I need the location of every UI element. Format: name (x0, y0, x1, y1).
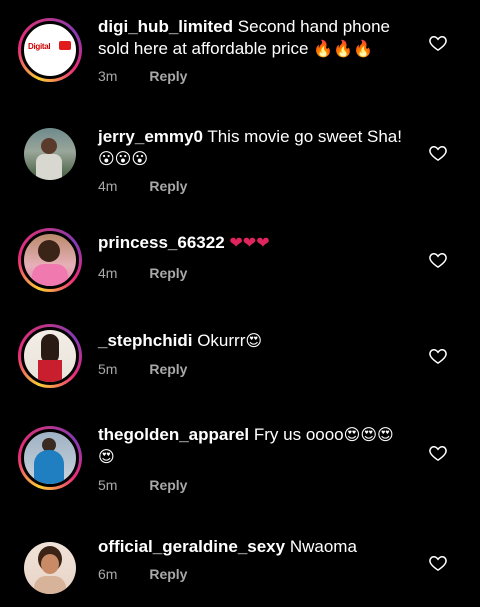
heart-outline-icon[interactable] (428, 33, 448, 53)
comment-username[interactable]: digi_hub_limited (98, 17, 233, 36)
heart-outline-icon[interactable] (428, 250, 448, 270)
logo-tv-badge (59, 41, 71, 50)
comment-username[interactable]: official_geraldine_sexy (98, 537, 285, 556)
comment-username[interactable]: princess_66322 (98, 233, 225, 252)
comment-emoji: ❤❤❤ (229, 233, 270, 252)
reply-button[interactable]: Reply (149, 68, 187, 84)
comment-emoji: 😮😮😮 (98, 149, 149, 168)
comment-time: 5m (98, 361, 118, 377)
comment-username[interactable]: thegolden_apparel (98, 425, 249, 444)
comment-emoji: 🔥🔥🔥 (313, 39, 373, 58)
comment-time: 5m (98, 477, 118, 493)
reply-button[interactable]: Reply (149, 265, 187, 281)
comment-username[interactable]: _stephchidi (98, 331, 192, 350)
comment-time: 4m (98, 265, 118, 281)
reply-button[interactable]: Reply (149, 361, 187, 377)
heart-outline-icon[interactable] (428, 553, 448, 573)
reply-button[interactable]: Reply (149, 178, 187, 194)
avatar[interactable]: Digital (18, 18, 82, 82)
avatar[interactable] (18, 536, 82, 600)
comment-text: Nwaoma (289, 537, 357, 556)
avatar[interactable] (18, 228, 82, 292)
comment-username[interactable]: jerry_emmy0 (98, 127, 203, 146)
avatar[interactable] (18, 122, 82, 186)
heart-outline-icon[interactable] (428, 143, 448, 163)
reply-button[interactable]: Reply (149, 477, 187, 493)
avatar-figure (41, 138, 57, 154)
comment-time: 6m (98, 566, 118, 582)
avatar[interactable] (18, 324, 82, 388)
heart-outline-icon[interactable] (428, 346, 448, 366)
brand-logo: Digital (28, 42, 51, 51)
comment-time: 4m (98, 178, 118, 194)
avatar[interactable] (18, 426, 82, 490)
comment-text: Fry us oooo (253, 425, 344, 444)
comment-text: Okurrr (197, 331, 246, 350)
reply-button[interactable]: Reply (149, 566, 187, 582)
heart-outline-icon[interactable] (428, 443, 448, 463)
avatar-figure (38, 240, 60, 262)
comment-time: 3m (98, 68, 118, 84)
comment-text: This movie go sweet Sha! (207, 127, 402, 146)
comment-emoji: 😍 (245, 331, 263, 350)
